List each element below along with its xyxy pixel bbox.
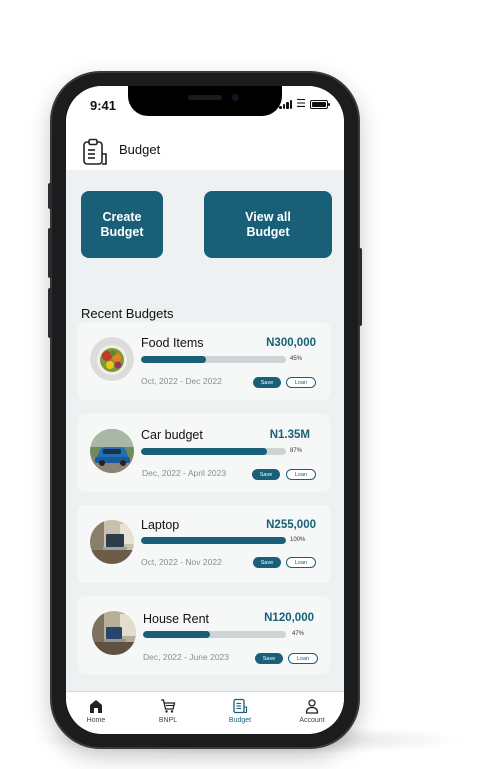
progress-fill <box>143 631 211 638</box>
volume-up-button <box>48 228 52 278</box>
budget-date-range: Dec, 2022 - June 2023 <box>143 652 230 662</box>
budget-date-range: Oct, 2022 - Nov 2022 <box>141 557 222 567</box>
loan-button[interactable]: Loan <box>286 557 316 568</box>
budget-amount: N120,000 <box>264 612 314 624</box>
phone-frame: 9:41 ☰ Budget Create Budget View all Bud… <box>48 73 362 747</box>
bottom-tab-bar: Home BNPL Budget Account <box>66 691 344 734</box>
front-camera <box>232 94 239 101</box>
create-budget-label-line2: Budget <box>100 224 144 239</box>
budget-card-laptop[interactable]: Laptop N255,000 100% Oct, 2022 - Nov 202… <box>78 505 330 583</box>
loan-button[interactable]: Loan <box>286 469 316 480</box>
progress-track <box>143 631 286 638</box>
status-time: 9:41 <box>90 98 117 113</box>
tab-label: Account <box>299 717 325 724</box>
power-button <box>358 248 362 326</box>
save-button[interactable]: Save <box>253 377 281 388</box>
budget-amount: N1.35M <box>269 429 310 441</box>
clipboard-icon <box>83 138 107 165</box>
progress-track <box>141 356 286 363</box>
budget-name: Laptop <box>141 518 180 532</box>
recent-budgets-heading: Recent Budgets <box>81 306 174 321</box>
app-screen: 9:41 ☰ Budget Create Budget View all Bud… <box>66 86 344 734</box>
budget-amount: N255,000 <box>266 519 316 531</box>
progress-percent: 100% <box>290 537 306 543</box>
page-title: Budget <box>119 142 161 157</box>
laptop-desk-image <box>90 520 134 564</box>
loan-button[interactable]: Loan <box>288 653 318 664</box>
status-icons: ☰ <box>279 98 330 110</box>
view-all-label-line1: View all <box>245 209 291 224</box>
loan-button[interactable]: Loan <box>286 377 316 388</box>
budget-card-car[interactable]: Car budget N1.35M 87% Dec, 2022 - April … <box>78 414 330 492</box>
budget-date-range: Oct, 2022 - Dec 2022 <box>141 376 222 386</box>
save-button[interactable]: Save <box>255 653 283 664</box>
tab-bnpl[interactable]: BNPL <box>138 698 198 724</box>
tab-home[interactable]: Home <box>66 698 126 724</box>
view-all-budget-button[interactable]: View all Budget <box>204 191 332 258</box>
room-interior-image <box>92 611 136 655</box>
blue-car-image <box>90 429 134 473</box>
budget-name: Food Items <box>141 336 204 350</box>
tab-label: Budget <box>228 717 252 724</box>
progress-track <box>141 448 286 455</box>
cart-icon <box>161 699 176 713</box>
tab-account[interactable]: Account <box>282 698 342 724</box>
save-button[interactable]: Save <box>253 557 281 568</box>
budget-name: House Rent <box>143 612 210 626</box>
create-budget-label-line1: Create <box>102 209 142 224</box>
tab-label: BNPL <box>158 717 178 724</box>
budget-icon <box>233 698 248 714</box>
budget-date-range: Dec, 2022 - April 2023 <box>142 468 227 478</box>
budget-card-food[interactable]: Food Items N300,000 45% Oct, 2022 - Dec … <box>78 322 330 400</box>
mute-switch <box>48 183 52 209</box>
signal-icon <box>279 99 293 109</box>
speaker <box>188 95 222 100</box>
progress-percent: 47% <box>292 631 305 637</box>
battery-icon <box>310 99 330 109</box>
budget-name: Car budget <box>141 428 203 442</box>
volume-down-button <box>48 288 52 338</box>
progress-percent: 87% <box>290 448 303 454</box>
progress-fill <box>141 448 268 455</box>
progress-fill <box>141 537 286 544</box>
progress-fill <box>141 356 207 363</box>
budget-card-house-rent[interactable]: House Rent N120,000 47% Dec, 2022 - June… <box>78 596 330 674</box>
progress-percent: 45% <box>290 356 303 362</box>
progress-track <box>141 537 286 544</box>
view-all-label-line2: Budget <box>246 224 290 239</box>
home-icon <box>90 700 102 713</box>
wifi-icon: ☰ <box>296 98 306 110</box>
save-button[interactable]: Save <box>252 469 280 480</box>
status-bar: 9:41 ☰ <box>66 86 344 130</box>
user-icon <box>305 699 319 714</box>
tab-budget[interactable]: Budget <box>210 698 270 724</box>
create-budget-button[interactable]: Create Budget <box>81 191 163 258</box>
food-bowl-image <box>90 337 134 381</box>
notch <box>128 86 282 116</box>
tab-label: Home <box>86 717 106 724</box>
page-header: Budget <box>66 130 344 170</box>
budget-amount: N300,000 <box>266 337 316 349</box>
